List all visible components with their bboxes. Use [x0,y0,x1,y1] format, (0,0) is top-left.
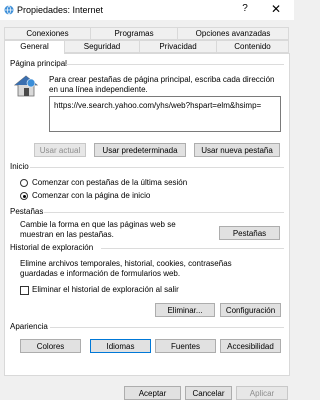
homepage-url-textarea[interactable]: https://ve.search.yahoo.com/yhs/web?hspa… [49,96,281,132]
homepage-section-title: Página principal [10,59,67,68]
tab-general[interactable]: General [4,40,65,54]
colors-button[interactable]: Colores [20,339,81,353]
section-divider [30,167,284,168]
help-button[interactable]: ? [238,3,252,17]
section-divider [101,248,284,249]
history-settings-button[interactable]: Configuración [220,303,281,317]
section-divider [50,327,284,328]
fonts-button[interactable]: Fuentes [155,339,216,353]
window-title: Propiedades: Internet [17,5,104,15]
tabs-button[interactable]: Pestañas [219,226,280,240]
tabs-description: Cambie la forma en que las páginas web s… [20,220,176,239]
homepage-description: Para crear pestañas de página principal,… [49,75,275,94]
radio-home-page-label[interactable]: Comenzar con la página de inicio [32,191,150,201]
homepage-url-value: https://ve.search.yahoo.com/yhs/web?hspa… [54,101,262,110]
languages-button[interactable]: Idiomas [90,339,151,353]
apply-button[interactable]: Aplicar [236,386,288,400]
history-description: Elimine archivos temporales, historial, … [20,259,232,278]
home-icon [13,75,39,97]
history-section-title: Historial de exploración [10,243,94,252]
tabs-section-title: Pestañas [10,207,44,216]
close-button[interactable]: ✕ [269,2,283,16]
accept-button[interactable]: Aceptar [124,386,181,400]
delete-history-on-exit-checkbox[interactable] [20,286,29,295]
use-new-tab-button[interactable]: Usar nueva pestaña [194,143,280,157]
delete-history-on-exit-label[interactable]: Eliminar el historial de exploración al … [32,285,179,295]
tab-contenido[interactable]: Contenido [216,40,289,53]
tab-opciones-avanzadas[interactable]: Opciones avanzadas [177,27,289,40]
startup-section-title: Inicio [10,162,29,171]
tab-conexiones[interactable]: Conexiones [4,27,91,40]
radio-last-session-label[interactable]: Comenzar con pestañas de la última sesió… [32,178,187,188]
tab-privacidad[interactable]: Privacidad [139,40,217,53]
use-current-button[interactable]: Usar actual [34,143,86,157]
section-divider [44,212,284,213]
appearance-section-title: Apariencia [10,322,48,331]
internet-options-icon [4,5,14,15]
title-bar: Propiedades: Internet ? ✕ [0,0,294,20]
radio-last-session[interactable] [20,179,28,187]
section-divider [66,64,284,65]
accessibility-button[interactable]: Accesibilidad [220,339,281,353]
tab-seguridad[interactable]: Seguridad [64,40,140,53]
use-default-button[interactable]: Usar predeterminada [94,143,186,157]
cancel-button[interactable]: Cancelar [185,386,232,400]
tab-programas[interactable]: Programas [90,27,178,40]
delete-history-button[interactable]: Eliminar... [155,303,215,317]
radio-home-page[interactable] [20,192,28,200]
